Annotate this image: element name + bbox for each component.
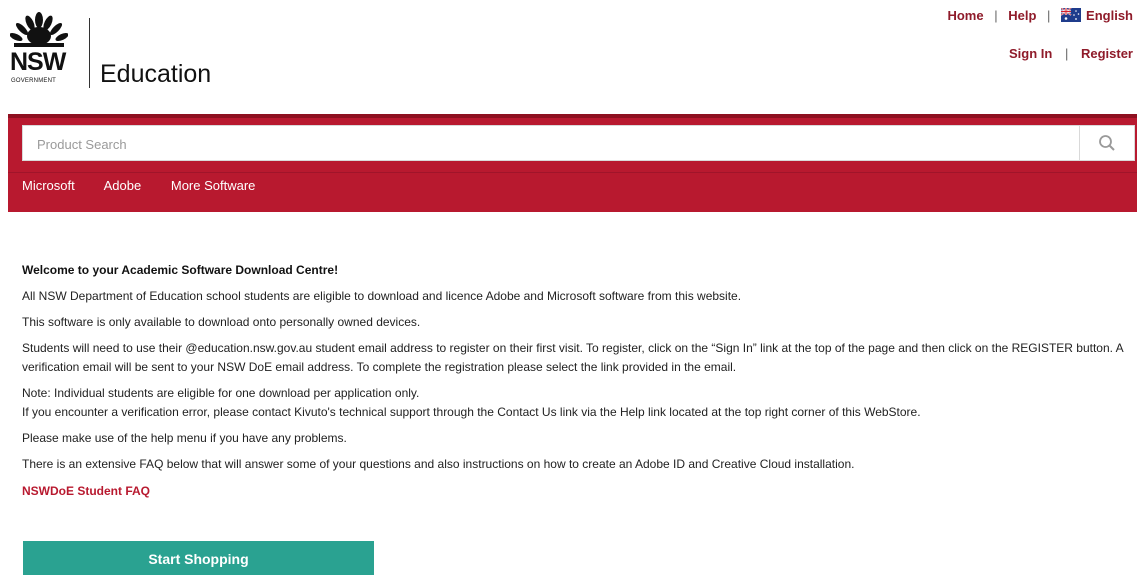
separator: | <box>1064 46 1069 61</box>
welcome-heading: Welcome to your Academic Software Downlo… <box>22 263 339 277</box>
help-link[interactable]: Help <box>1008 8 1036 23</box>
logo-education-text: Education <box>100 60 212 88</box>
device-text: This software is only available to downl… <box>22 315 421 329</box>
top-links: Home | Help | English <box>947 8 1133 23</box>
note-text: Note: Individual students are eligible f… <box>22 384 1132 422</box>
note-verification-error: If you encounter a verification error, p… <box>22 405 921 419</box>
band-top-stripe <box>8 114 1137 118</box>
search-input[interactable] <box>35 126 1079 162</box>
register-link[interactable]: Register <box>1081 46 1133 61</box>
logo-divider <box>89 18 90 88</box>
waratah-logo-icon <box>10 12 68 47</box>
help-menu-text: Please make use of the help menu if you … <box>22 431 347 445</box>
band-divider <box>8 172 1137 173</box>
search-nav-band: Microsoft Adobe More Software <box>8 114 1137 212</box>
nav-item-microsoft[interactable]: Microsoft <box>22 178 75 193</box>
nav-item-adobe[interactable]: Adobe <box>104 178 142 193</box>
logo-government-text: GOVERNMENT <box>11 78 57 84</box>
registration-text: Students will need to use their @educati… <box>22 341 1124 374</box>
separator: | <box>1047 8 1051 23</box>
language-selector[interactable]: English <box>1061 8 1133 23</box>
eligibility-text: All NSW Department of Education school s… <box>22 289 742 303</box>
start-shopping-button[interactable]: Start Shopping <box>23 541 374 575</box>
search-button[interactable] <box>1079 126 1134 160</box>
nav-item-more-software[interactable]: More Software <box>171 178 256 193</box>
category-nav: Microsoft Adobe More Software <box>22 178 281 193</box>
auth-links: Sign In | Register <box>1009 46 1133 61</box>
student-faq-link[interactable]: NSWDoE Student FAQ <box>22 482 150 501</box>
separator: | <box>994 8 998 23</box>
language-label: English <box>1086 8 1133 23</box>
australia-flag-icon <box>1061 8 1082 22</box>
nsw-education-logo[interactable]: NSW GOVERNMENT Education <box>8 12 223 92</box>
search-icon <box>1099 135 1115 151</box>
welcome-content: Welcome to your Academic Software Downlo… <box>22 261 1132 501</box>
home-link[interactable]: Home <box>947 8 983 23</box>
logo-nsw-text: NSW <box>10 48 66 76</box>
faq-intro-text: There is an extensive FAQ below that wil… <box>22 457 855 471</box>
note-download-limit: Note: Individual students are eligible f… <box>22 386 420 400</box>
search-box <box>22 125 1135 162</box>
sign-in-link[interactable]: Sign In <box>1009 46 1052 61</box>
